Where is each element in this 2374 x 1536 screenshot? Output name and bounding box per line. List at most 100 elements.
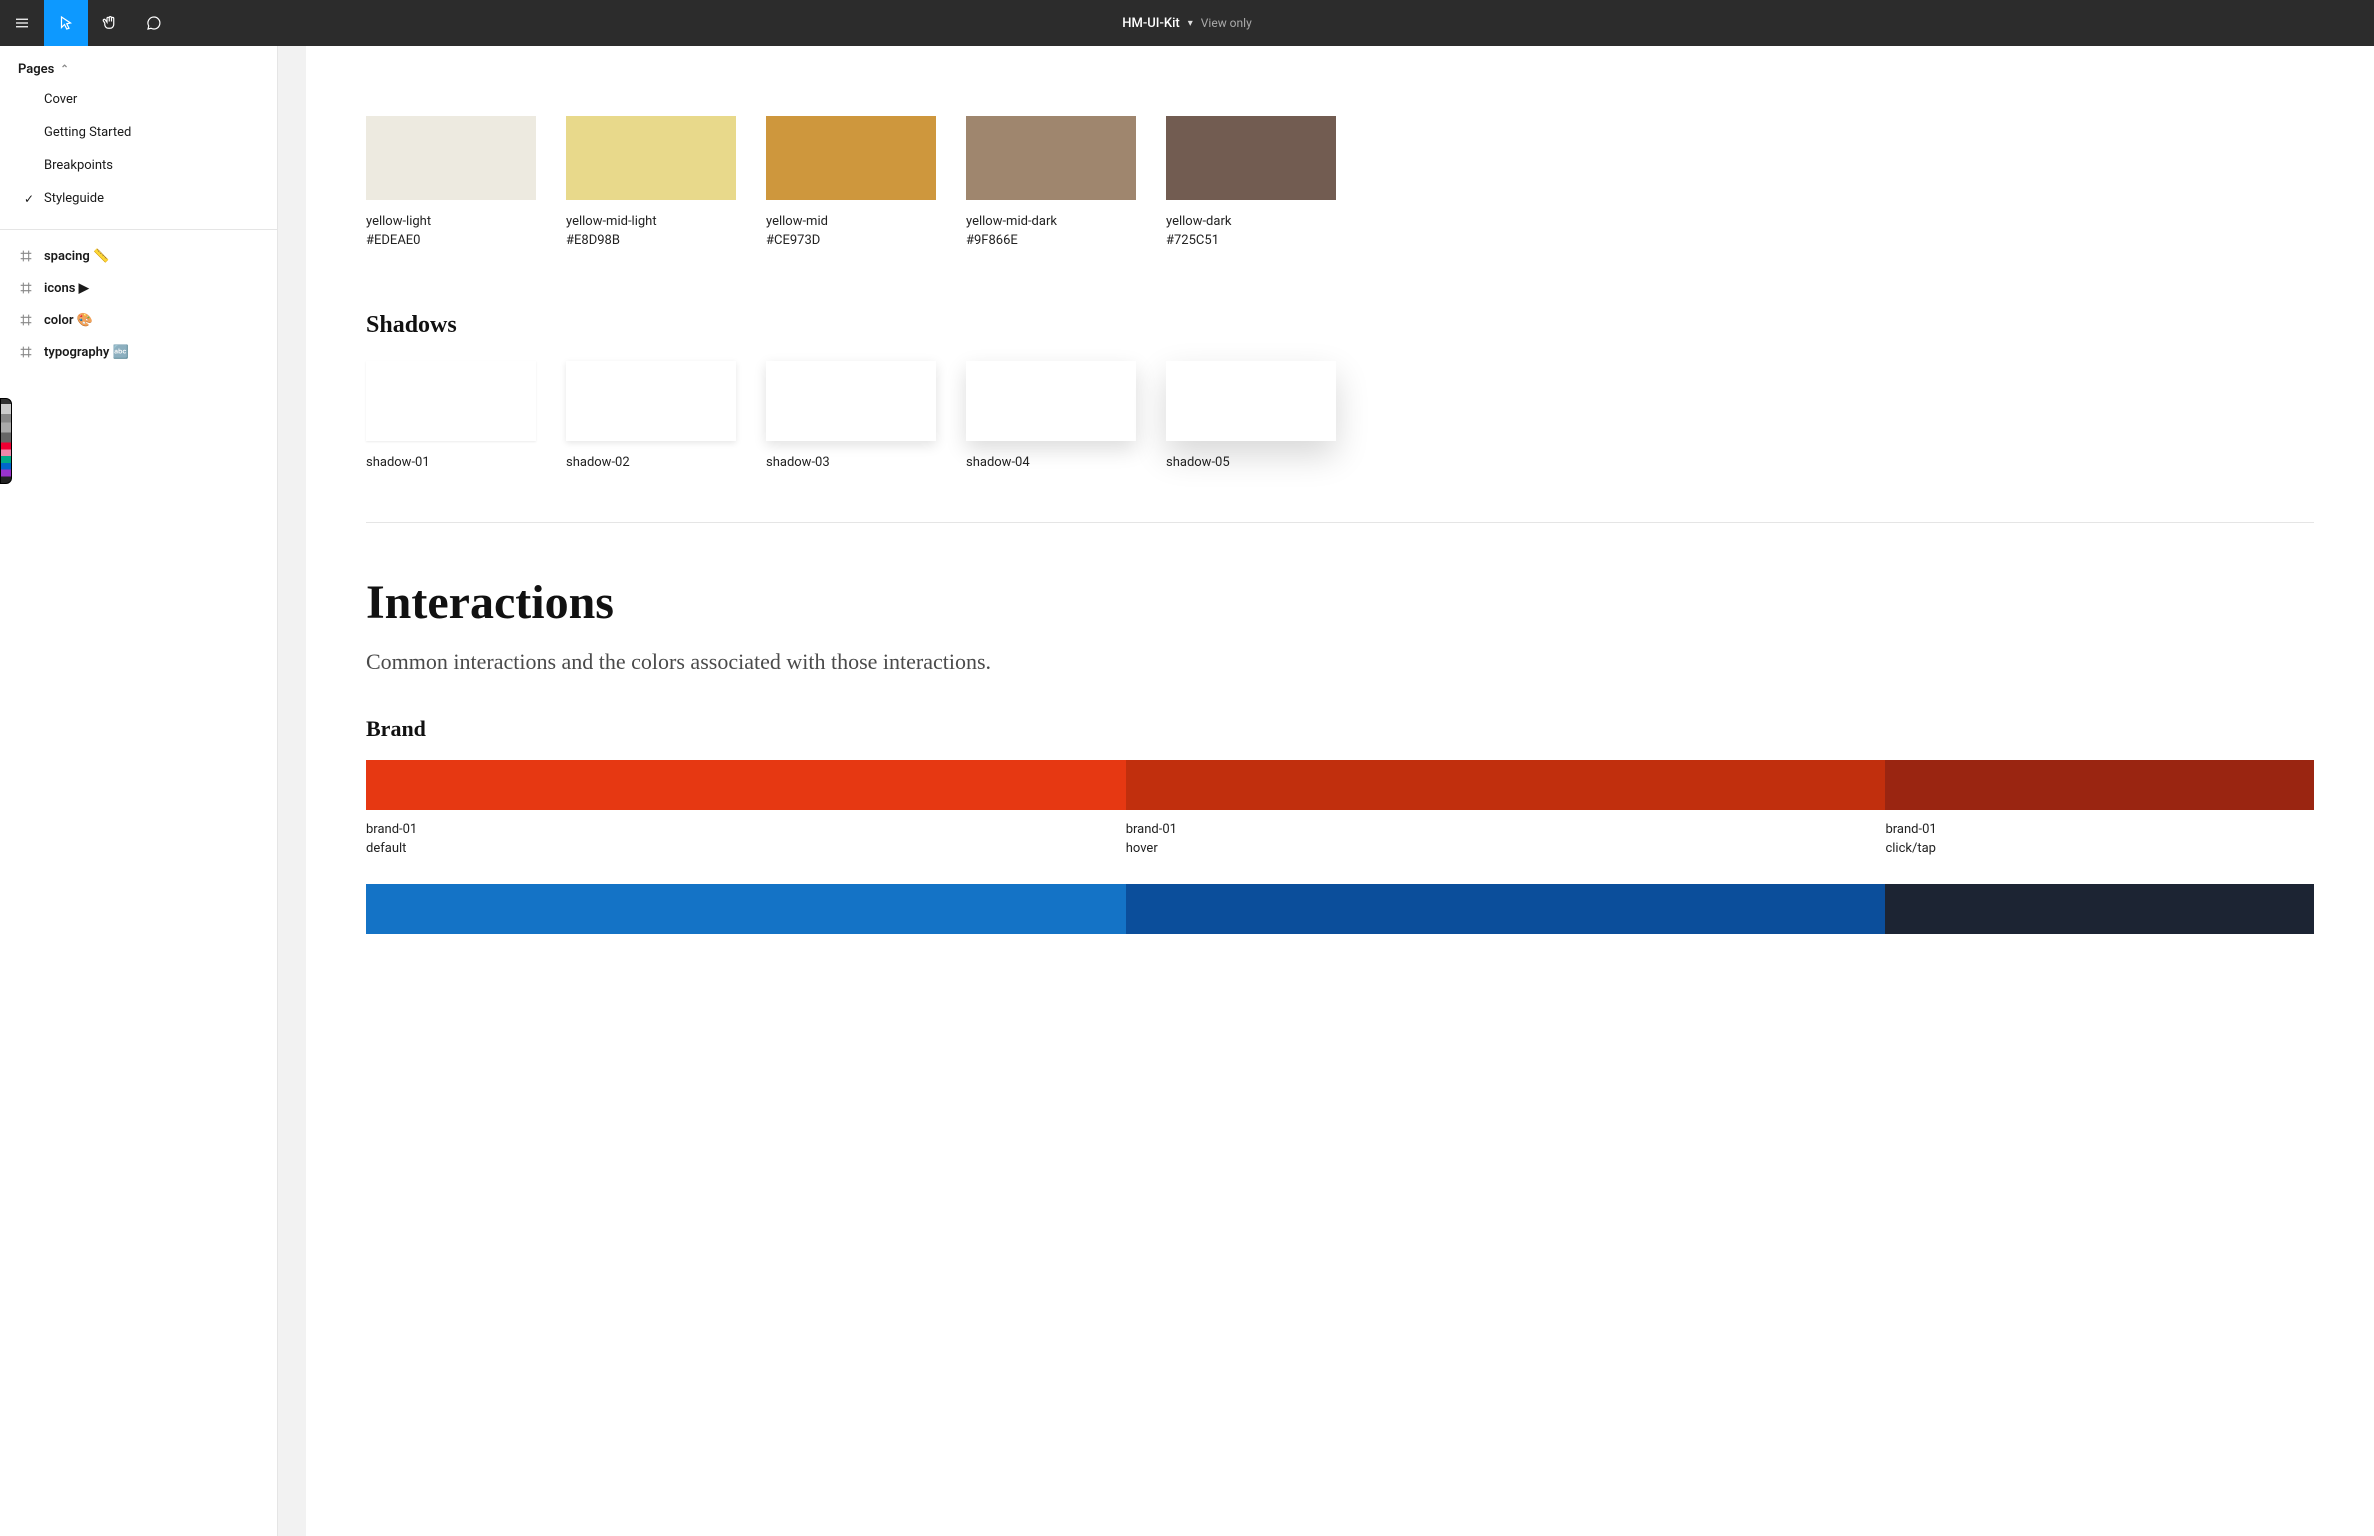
page-label: Breakpoints xyxy=(44,158,113,173)
hamburger-icon xyxy=(13,14,31,32)
shadow-box xyxy=(366,361,536,441)
page-label: Cover xyxy=(44,92,77,107)
brand-02-default[interactable] xyxy=(366,884,1126,934)
page-label: Getting Started xyxy=(44,125,131,140)
brand-heading: Brand xyxy=(366,716,2314,742)
canvas-shell[interactable]: yellow-light #EDEAE0 yellow-mid-light #E… xyxy=(278,46,2374,1536)
color-chip xyxy=(566,116,736,200)
layer-item-color[interactable]: color 🎨 xyxy=(0,304,277,336)
shadow-row: shadow-01 shadow-02 shadow-03 shadow-04 … xyxy=(366,361,2314,470)
topbar-left xyxy=(0,0,176,46)
view-mode-label: View only xyxy=(1201,16,1252,30)
brand-01-default[interactable]: brand-01 default xyxy=(366,760,1126,856)
brand-name: brand-01 xyxy=(1126,822,1886,837)
layer-item-icons[interactable]: icons ▶ xyxy=(0,272,277,304)
color-chip xyxy=(1166,116,1336,200)
pages-label: Pages xyxy=(18,62,54,77)
swatch-name: yellow-dark xyxy=(1166,214,1336,229)
document-title: HM-UI-Kit xyxy=(1122,16,1179,31)
canvas-frame: yellow-light #EDEAE0 yellow-mid-light #E… xyxy=(306,46,2374,1536)
color-bar xyxy=(1885,884,2314,934)
shadow-box xyxy=(1166,361,1336,441)
hand-tool-button[interactable] xyxy=(88,0,132,46)
frame-icon xyxy=(18,280,34,296)
brand-state: default xyxy=(366,841,1126,856)
swatch-yellow-mid-dark[interactable]: yellow-mid-dark #9F866E xyxy=(966,116,1136,248)
layer-item-typography[interactable]: typography 🔤 xyxy=(0,336,277,368)
cursor-icon xyxy=(57,14,75,32)
shadows-heading: Shadows xyxy=(366,312,2314,339)
color-chip xyxy=(766,116,936,200)
comment-tool-button[interactable] xyxy=(132,0,176,46)
layer-item-spacing[interactable]: spacing 📏 xyxy=(0,240,277,272)
move-tool-button[interactable] xyxy=(44,0,88,46)
shadow-name: shadow-02 xyxy=(566,455,736,470)
shadow-name: shadow-04 xyxy=(966,455,1136,470)
left-sidebar: Pages ⌃ Cover Getting Started Breakpoint… xyxy=(0,46,278,1536)
shadow-05[interactable]: shadow-05 xyxy=(1166,361,1336,470)
pages-header[interactable]: Pages ⌃ xyxy=(0,56,277,83)
topbar: HM-UI-Kit ▾ View only xyxy=(0,0,2374,46)
pages-section: Pages ⌃ Cover Getting Started Breakpoint… xyxy=(0,46,277,230)
swatch-name: yellow-mid-light xyxy=(566,214,736,229)
brand-02-hover[interactable] xyxy=(1126,884,1886,934)
shadow-box xyxy=(966,361,1136,441)
page-item-styleguide[interactable]: Styleguide xyxy=(0,182,277,215)
swatch-hex: #CE973D xyxy=(766,233,936,248)
color-chip xyxy=(966,116,1136,200)
brand-01-click[interactable]: brand-01 click/tap xyxy=(1885,760,2314,856)
swatch-yellow-mid[interactable]: yellow-mid #CE973D xyxy=(766,116,936,248)
swatch-yellow-light[interactable]: yellow-light #EDEAE0 xyxy=(366,116,536,248)
document-title-group[interactable]: HM-UI-Kit ▾ View only xyxy=(1122,16,1252,31)
layer-label: color 🎨 xyxy=(44,313,93,328)
brand-state: hover xyxy=(1126,841,1886,856)
layer-label: typography 🔤 xyxy=(44,345,129,360)
brand-name: brand-01 xyxy=(366,822,1126,837)
color-bar xyxy=(366,760,1126,810)
swatch-hex: #725C51 xyxy=(1166,233,1336,248)
menu-button[interactable] xyxy=(0,0,44,46)
shadow-02[interactable]: shadow-02 xyxy=(566,361,736,470)
interactions-subtitle: Common interactions and the colors assoc… xyxy=(366,646,2314,678)
interactions-heading: Interactions xyxy=(366,575,2314,630)
shadow-03[interactable]: shadow-03 xyxy=(766,361,936,470)
workspace: Pages ⌃ Cover Getting Started Breakpoint… xyxy=(0,46,2374,1536)
layer-label: spacing 📏 xyxy=(44,249,109,264)
page-item-cover[interactable]: Cover xyxy=(0,83,277,116)
color-bar xyxy=(1126,760,1886,810)
chevron-up-icon: ⌃ xyxy=(60,64,68,75)
swatch-name: yellow-mid-dark xyxy=(966,214,1136,229)
page-label: Styleguide xyxy=(44,191,104,206)
frame-icon xyxy=(18,344,34,360)
swatch-yellow-mid-light[interactable]: yellow-mid-light #E8D98B xyxy=(566,116,736,248)
color-strip-widget[interactable] xyxy=(0,398,12,484)
page-item-getting-started[interactable]: Getting Started xyxy=(0,116,277,149)
swatch-hex: #E8D98B xyxy=(566,233,736,248)
chevron-down-icon: ▾ xyxy=(1188,18,1193,29)
shadow-name: shadow-03 xyxy=(766,455,936,470)
brand-state: click/tap xyxy=(1885,841,2314,856)
comment-icon xyxy=(145,14,163,32)
swatch-hex: #9F866E xyxy=(966,233,1136,248)
shadow-box xyxy=(766,361,936,441)
shadow-04[interactable]: shadow-04 xyxy=(966,361,1136,470)
brand-row-1: brand-01 default brand-01 hover brand-01… xyxy=(366,760,2314,856)
frame-icon xyxy=(18,312,34,328)
swatch-yellow-dark[interactable]: yellow-dark #725C51 xyxy=(1166,116,1336,248)
section-divider xyxy=(366,522,2314,523)
hand-icon xyxy=(101,14,119,32)
shadow-name: shadow-05 xyxy=(1166,455,1336,470)
brand-name: brand-01 xyxy=(1885,822,2314,837)
shadow-01[interactable]: shadow-01 xyxy=(366,361,536,470)
swatch-name: yellow-light xyxy=(366,214,536,229)
shadow-name: shadow-01 xyxy=(366,455,536,470)
swatch-name: yellow-mid xyxy=(766,214,936,229)
color-bar xyxy=(1126,884,1886,934)
frame-icon xyxy=(18,248,34,264)
swatch-hex: #EDEAE0 xyxy=(366,233,536,248)
brand-01-hover[interactable]: brand-01 hover xyxy=(1126,760,1886,856)
page-item-breakpoints[interactable]: Breakpoints xyxy=(0,149,277,182)
brand-02-click[interactable] xyxy=(1885,884,2314,934)
shadow-box xyxy=(566,361,736,441)
color-bar xyxy=(1885,760,2314,810)
